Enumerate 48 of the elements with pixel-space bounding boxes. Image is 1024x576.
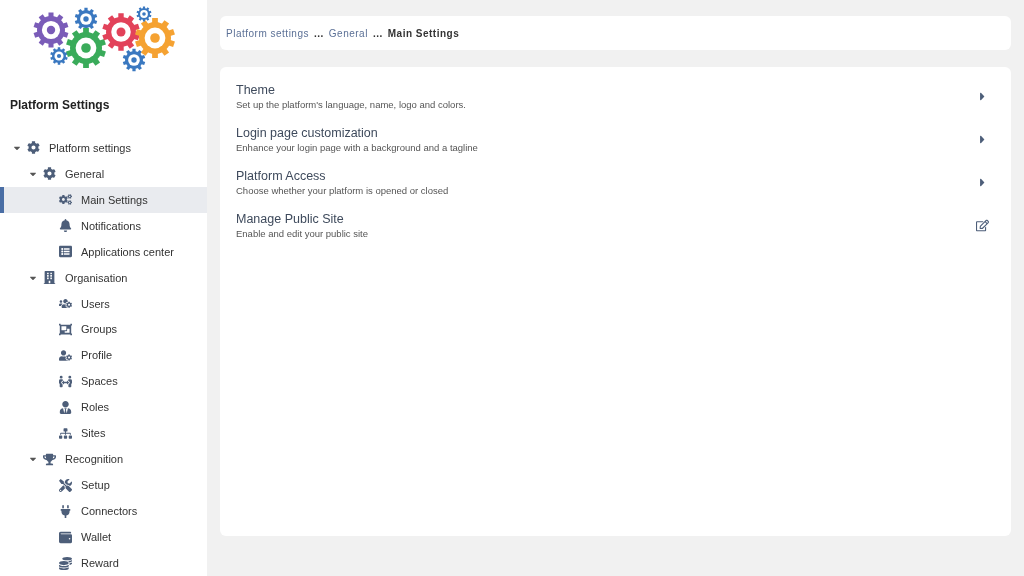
tree-item[interactable]: Applications center xyxy=(0,238,207,265)
tree-item[interactable]: Roles xyxy=(0,394,207,421)
tree-item[interactable]: General xyxy=(0,160,207,187)
menu-icon xyxy=(25,141,41,155)
tree-item[interactable]: Notifications xyxy=(0,212,207,239)
setting-title[interactable]: Login page customization xyxy=(236,126,976,140)
menu-icon xyxy=(57,530,73,544)
setting-description: Enhance your login page with a background and a tagline xyxy=(236,142,479,153)
menu-icon xyxy=(57,478,73,492)
setting-title[interactable]: Platform Access xyxy=(236,169,976,183)
menu-icon xyxy=(41,452,57,466)
tree-item[interactable]: Recognition xyxy=(0,446,207,473)
tree-item[interactable]: Connectors xyxy=(0,498,207,525)
tree-item[interactable]: Users xyxy=(0,290,207,317)
menu-icon xyxy=(57,219,73,233)
tree-item[interactable]: Profile xyxy=(0,342,207,369)
menu-icon xyxy=(57,400,73,414)
setting-description: Enable and edit your public site xyxy=(236,228,370,239)
menu-icon xyxy=(57,348,73,362)
edit-icon[interactable] xyxy=(976,219,989,232)
menu-icon xyxy=(57,297,73,310)
menu-icon xyxy=(57,245,73,259)
menu-icon xyxy=(57,556,73,570)
menu-icon xyxy=(41,167,57,181)
breadcrumb-link[interactable]: General xyxy=(328,27,368,39)
tree-item[interactable]: Reward xyxy=(0,550,207,576)
breadcrumb-link[interactable]: Platform settings xyxy=(226,27,309,39)
tree-item[interactable]: Setup xyxy=(0,472,207,499)
tree-item[interactable]: Organisation xyxy=(0,264,207,291)
tree-item[interactable]: Platform settings xyxy=(0,134,207,161)
tree-item[interactable]: Sites xyxy=(0,420,207,447)
sidebar-title: Platform Settings xyxy=(9,96,111,114)
tree-item[interactable]: Main Settings xyxy=(0,186,207,213)
tree-item[interactable]: Spaces xyxy=(0,368,207,395)
setting-description: Choose whether your platform is opened or closed xyxy=(236,185,450,196)
menu-icon xyxy=(57,322,73,336)
setting-title[interactable]: Manage Public Site xyxy=(236,212,976,226)
tree-item[interactable]: Wallet xyxy=(0,524,207,551)
menu-icon xyxy=(57,374,73,388)
tree-item[interactable]: Groups xyxy=(0,316,207,343)
breadcrumb-separator: ... xyxy=(372,27,383,39)
menu-icon xyxy=(41,271,57,285)
setting-title[interactable]: Theme xyxy=(236,83,976,97)
breadcrumb-separator: ... xyxy=(314,27,324,39)
menu-icon xyxy=(57,426,73,440)
menu-icon xyxy=(57,193,73,207)
breadcrumb-link[interactable]: Main Settings xyxy=(387,27,460,39)
setting-description: Set up the platform's language, name, logo and colors. xyxy=(236,99,467,110)
